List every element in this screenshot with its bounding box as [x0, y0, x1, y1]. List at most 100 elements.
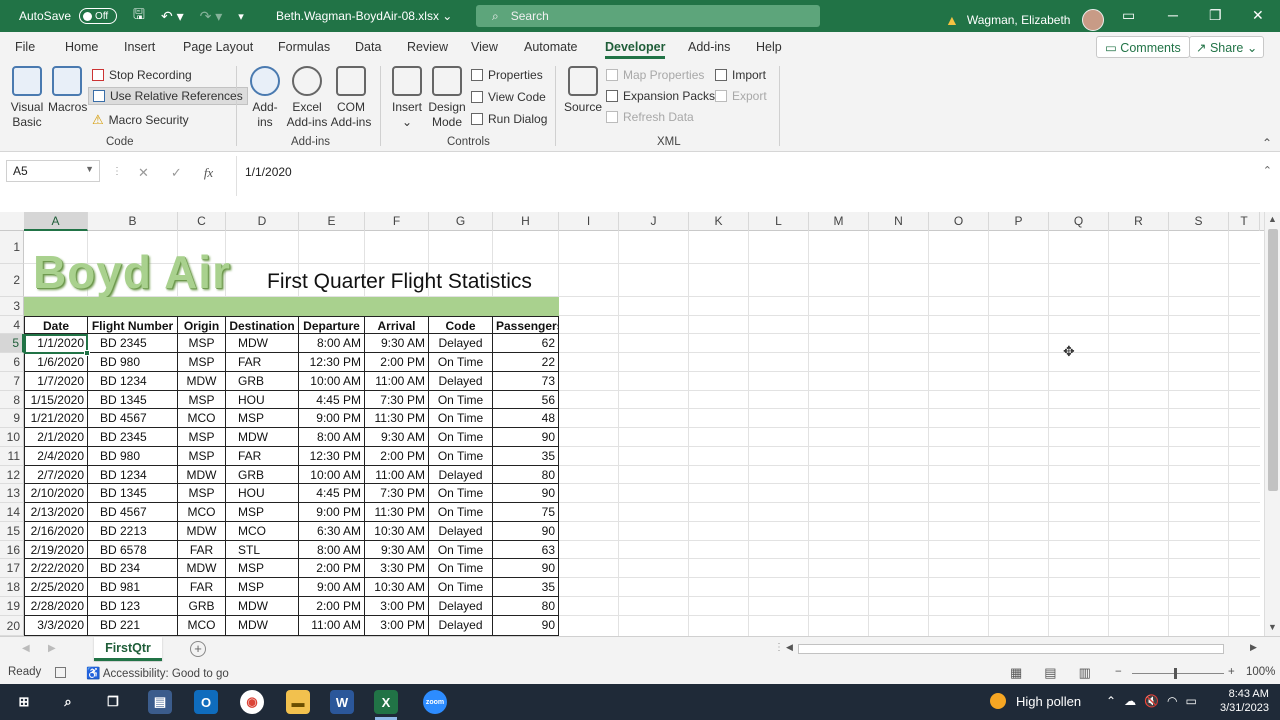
cell-destination[interactable]: MDW [226, 428, 299, 447]
vertical-scrollbar[interactable]: ▲ ▼ [1264, 212, 1280, 636]
cell-code[interactable]: Delayed [429, 522, 493, 541]
row-header[interactable]: 13 [0, 484, 24, 503]
cell-code[interactable]: On Time [429, 391, 493, 409]
avatar[interactable] [1082, 9, 1105, 31]
cell-flight-number[interactable]: BD 123 [88, 597, 178, 616]
cell-departure[interactable]: 9:00 PM [299, 409, 365, 428]
cell-arrival[interactable]: 3:30 PM [365, 559, 429, 578]
task-view-icon[interactable]: ❐ [101, 690, 125, 714]
cell-flight-number[interactable]: BD 1234 [88, 372, 178, 391]
cell-departure[interactable]: 10:00 AM [299, 372, 365, 391]
cell-date[interactable]: 2/19/2020 [24, 541, 88, 559]
cell-date[interactable]: 1/1/2020 [24, 334, 88, 353]
cell-departure[interactable]: 8:00 AM [299, 334, 365, 353]
cell-origin[interactable]: MSP [178, 334, 226, 353]
cell-destination[interactable]: MSP [226, 578, 299, 597]
cell-passengers[interactable]: 90 [493, 484, 559, 503]
autosave-toggle[interactable]: Off [79, 8, 118, 24]
cell-departure[interactable]: 4:45 PM [299, 484, 365, 503]
cell-date[interactable]: 2/25/2020 [24, 578, 88, 597]
cell-passengers[interactable]: 63 [493, 541, 559, 559]
add-ins-button[interactable]: Add- ins [247, 66, 283, 130]
cell-date[interactable]: 3/3/2020 [24, 616, 88, 636]
cell-passengers[interactable]: 62 [493, 334, 559, 353]
cell-origin[interactable]: MCO [178, 616, 226, 636]
volume-muted-icon[interactable]: 🔇 [1144, 694, 1159, 708]
cell-departure[interactable]: 2:00 PM [299, 597, 365, 616]
insert-function-icon[interactable]: fx [204, 165, 213, 181]
import-button[interactable]: Import [715, 66, 766, 84]
row-header[interactable]: 10 [0, 428, 24, 447]
cell-flight-number[interactable]: BD 4567 [88, 409, 178, 428]
cell-flight-number[interactable]: BD 980 [88, 447, 178, 466]
cell-date[interactable]: 2/28/2020 [24, 597, 88, 616]
cell-departure[interactable]: 12:30 PM [299, 447, 365, 466]
cell-destination[interactable]: MSP [226, 503, 299, 522]
tab-file[interactable]: File [15, 40, 35, 54]
zoom-out-icon[interactable]: − [1115, 666, 1122, 678]
header-origin[interactable]: Origin [178, 316, 226, 334]
cell-passengers[interactable]: 80 [493, 466, 559, 484]
page-layout-view-icon[interactable]: ▤ [1044, 665, 1056, 681]
cell-destination[interactable]: MDW [226, 616, 299, 636]
cell-code[interactable]: Delayed [429, 372, 493, 391]
cell-destination[interactable]: HOU [226, 484, 299, 503]
row-header[interactable]: 16 [0, 541, 24, 559]
cell-origin[interactable]: MCO [178, 503, 226, 522]
row-header[interactable]: 3 [0, 297, 24, 316]
worksheet-grid[interactable]: ABCDEFGHIJKLMNOPQRST 1 2 3 4 5 6 7 8 9 10 11 12 13 14… [0, 212, 1280, 636]
cell-date[interactable]: 1/21/2020 [24, 409, 88, 428]
cell-passengers[interactable]: 22 [493, 353, 559, 372]
cell-arrival[interactable]: 10:30 AM [365, 578, 429, 597]
tab-home[interactable]: Home [65, 40, 98, 54]
windows-start-icon[interactable]: ⊞ [12, 690, 36, 714]
row-header[interactable]: 4 [0, 316, 24, 334]
column-header[interactable]: K [689, 212, 749, 231]
cell-code[interactable]: On Time [429, 447, 493, 466]
column-header[interactable]: O [929, 212, 989, 231]
zoom-in-icon[interactable]: + [1228, 666, 1235, 678]
enter-icon[interactable]: ✓ [171, 165, 182, 181]
cell-code[interactable]: On Time [429, 559, 493, 578]
row-header[interactable]: 18 [0, 578, 24, 597]
cell-departure[interactable]: 2:00 PM [299, 559, 365, 578]
column-header[interactable]: A [24, 212, 88, 231]
cell-date[interactable]: 1/15/2020 [24, 391, 88, 409]
cell-destination[interactable]: MDW [226, 597, 299, 616]
macro-security-button[interactable]: ⚠ Macro Security [92, 111, 189, 129]
row-header[interactable]: 14 [0, 503, 24, 522]
cell-code[interactable]: On Time [429, 428, 493, 447]
tab-insert[interactable]: Insert [124, 40, 155, 54]
cell-origin[interactable]: FAR [178, 578, 226, 597]
stop-recording-button[interactable]: Stop Recording [92, 66, 192, 84]
cell-destination[interactable]: MSP [226, 559, 299, 578]
page-break-view-icon[interactable]: ▥ [1079, 665, 1091, 681]
header-flight-number[interactable]: Flight Number [88, 316, 178, 334]
com-add-ins-button[interactable]: COM Add-ins [329, 66, 373, 130]
cell-origin[interactable]: MDW [178, 372, 226, 391]
cell-code[interactable]: On Time [429, 541, 493, 559]
run-dialog-button[interactable]: Run Dialog [471, 110, 547, 128]
cell-arrival[interactable]: 2:00 PM [365, 447, 429, 466]
cell-passengers[interactable]: 48 [493, 409, 559, 428]
column-header[interactable]: C [178, 212, 226, 231]
row-header[interactable]: 12 [0, 466, 24, 484]
macros-button[interactable]: Macros [48, 66, 87, 115]
scroll-thumb[interactable] [798, 644, 1224, 654]
cell-origin[interactable]: MDW [178, 559, 226, 578]
cell-arrival[interactable]: 11:30 PM [365, 503, 429, 522]
ribbon-display-icon[interactable]: ▭ [1122, 7, 1135, 24]
sheet-tab-firstqtr[interactable]: FirstQtr [94, 637, 162, 661]
cell-arrival[interactable]: 7:30 PM [365, 484, 429, 503]
tab-review[interactable]: Review [407, 40, 448, 54]
cell-date[interactable]: 2/13/2020 [24, 503, 88, 522]
cell-departure[interactable]: 6:30 AM [299, 522, 365, 541]
cell-departure[interactable]: 11:00 AM [299, 616, 365, 636]
excel-add-ins-button[interactable]: Excel Add-ins [285, 66, 329, 130]
cell-arrival[interactable]: 3:00 PM [365, 616, 429, 636]
cell-origin[interactable]: MSP [178, 391, 226, 409]
column-header[interactable]: M [809, 212, 869, 231]
cell-flight-number[interactable]: BD 1345 [88, 391, 178, 409]
cell-flight-number[interactable]: BD 981 [88, 578, 178, 597]
cell-date[interactable]: 2/10/2020 [24, 484, 88, 503]
